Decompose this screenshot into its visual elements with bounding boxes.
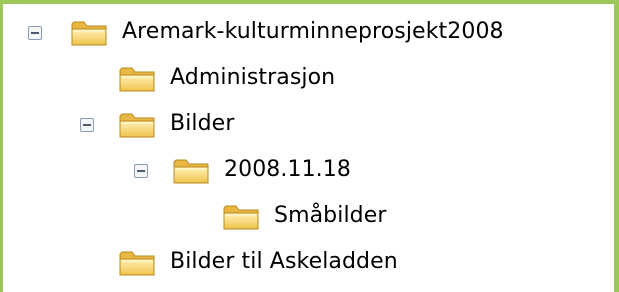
tree-node-smabilder[interactable]: Småbilder	[222, 200, 482, 240]
panel-border-top	[0, 0, 619, 4]
tree-node-label: Bilder	[170, 111, 235, 136]
tree-node-label: Bilder til Askeladden	[170, 249, 398, 274]
tree-node-bilder-til-askeladden[interactable]: Bilder til Askeladden	[118, 246, 478, 286]
collapse-toggle-icon[interactable]	[80, 118, 94, 132]
folder-icon	[118, 64, 156, 93]
tree-node-root[interactable]: Aremark-kulturminneprosjekt2008	[20, 16, 600, 56]
tree-node-label: Småbilder	[274, 203, 387, 228]
panel-border-right	[614, 0, 619, 292]
folder-icon	[118, 110, 156, 139]
panel-border-left	[0, 0, 3, 292]
tree-node-2008-11-18[interactable]: 2008.11.18	[126, 154, 426, 194]
tree-node-label: Administrasjon	[170, 65, 336, 90]
folder-tree-panel: Aremark-kulturminneprosjekt2008 Administ…	[0, 0, 619, 292]
collapse-toggle-icon[interactable]	[134, 164, 148, 178]
folder-icon	[222, 202, 260, 231]
tree-node-administrasjon[interactable]: Administrasjon	[118, 62, 418, 102]
folder-icon	[118, 248, 156, 277]
tree-node-label: Aremark-kulturminneprosjekt2008	[122, 19, 504, 44]
tree-node-bilder[interactable]: Bilder	[72, 108, 372, 148]
collapse-toggle-icon[interactable]	[28, 26, 42, 40]
tree-node-label: 2008.11.18	[224, 157, 351, 182]
folder-icon	[70, 18, 108, 47]
folder-icon	[172, 156, 210, 185]
